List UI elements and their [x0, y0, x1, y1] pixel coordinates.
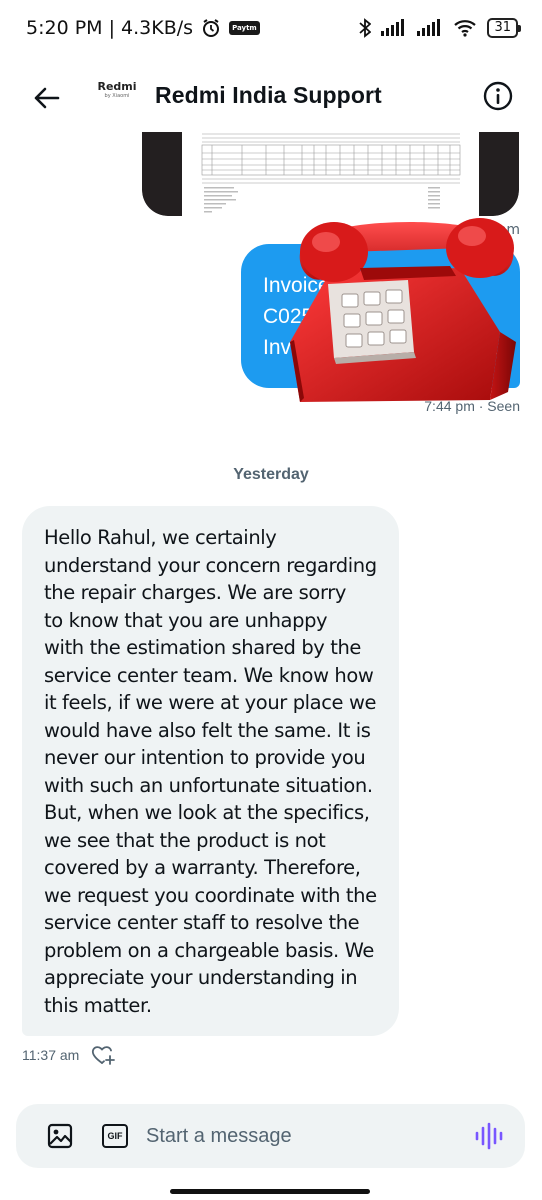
- message-line: we request you coordinate with the: [44, 883, 377, 907]
- bluetooth-icon: [359, 18, 372, 38]
- received-message-meta: 11:37 am: [22, 1044, 116, 1066]
- avatar[interactable]: Redmi by Xiaomi: [96, 80, 138, 99]
- wifi-icon: [454, 20, 477, 37]
- status-time-speed: 5:20 PM | 4.3KB/s: [26, 17, 194, 39]
- message-line: we see that the product is not: [44, 828, 326, 852]
- received-message-bubble[interactable]: Hello Rahul, we certainly understand you…: [22, 506, 399, 1036]
- date-separator: Yesterday: [233, 466, 309, 483]
- back-button[interactable]: [28, 80, 64, 116]
- invoice-document-image: [198, 132, 463, 216]
- message-line: service center team. We know how: [44, 663, 374, 687]
- message-line: Hello Rahul, we certainly: [44, 526, 277, 549]
- message-line: understand your concern regarding: [44, 553, 377, 577]
- conversation-title[interactable]: Redmi India Support: [155, 82, 382, 109]
- message-line: it feels, if we were at your place we: [44, 691, 377, 714]
- message-status: 7:44 pm · Seen: [424, 398, 520, 414]
- status-left: 5:20 PM | 4.3KB/s Paytm: [26, 17, 260, 39]
- telephone-sticker-image: [290, 212, 518, 408]
- message-line: covered by a warranty. Therefore,: [44, 856, 361, 879]
- conversation-header: Redmi by Xiaomi Redmi India Support: [0, 62, 542, 132]
- image-icon[interactable]: [46, 1122, 74, 1150]
- image-attachment[interactable]: [142, 132, 519, 216]
- message-line: problem on a chargeable basis. We: [44, 938, 374, 962]
- gif-icon[interactable]: GIF: [102, 1124, 128, 1148]
- message-line: But, when we look at the specifics,: [44, 801, 370, 824]
- info-button[interactable]: [482, 80, 514, 112]
- message-line: with such an unfortunate situation.: [44, 773, 373, 797]
- message-line: would have also felt the same. It is: [44, 718, 371, 742]
- add-reaction-icon[interactable]: [91, 1044, 116, 1066]
- message-composer: GIF: [16, 1104, 525, 1168]
- paytm-icon: Paytm: [229, 21, 260, 35]
- message-line: appreciate your understanding in: [44, 966, 358, 989]
- status-right: 31: [359, 18, 521, 38]
- red-telephone-icon: [290, 218, 516, 402]
- invoice-line-3: Inv: [263, 336, 292, 359]
- voice-message-icon[interactable]: [474, 1122, 504, 1150]
- image-frame-left: [142, 132, 182, 216]
- signal-icon-1: [381, 19, 405, 36]
- home-indicator[interactable]: [170, 1189, 370, 1194]
- battery-icon: 31: [487, 18, 521, 38]
- brand-subtitle: by Xiaomi: [104, 93, 130, 99]
- message-thread[interactable]: 7:36 pm Invoice C025 Inv 1: [0, 132, 542, 1100]
- image-frame-right: [479, 132, 519, 216]
- message-line: the repair charges. We are sorry: [44, 581, 346, 604]
- message-line: with the estimation shared by the: [44, 636, 362, 659]
- message-line: service center staff to resolve the: [44, 911, 360, 934]
- received-timestamp: 11:37 am: [22, 1047, 80, 1063]
- signal-icon-2: [417, 19, 441, 36]
- message-input[interactable]: [146, 1118, 446, 1154]
- brand-name: Redmi: [97, 80, 137, 93]
- invoice-table-graphic: [201, 133, 461, 213]
- status-bar: 5:20 PM | 4.3KB/s Paytm 31: [0, 0, 542, 56]
- message-line: this matter.: [44, 993, 152, 1017]
- alarm-icon: [203, 19, 220, 37]
- back-arrow-icon: [34, 87, 60, 109]
- message-line: to know that you are unhappy: [44, 608, 328, 632]
- info-icon: [483, 81, 513, 111]
- message-line: never our intention to provide you: [44, 746, 366, 769]
